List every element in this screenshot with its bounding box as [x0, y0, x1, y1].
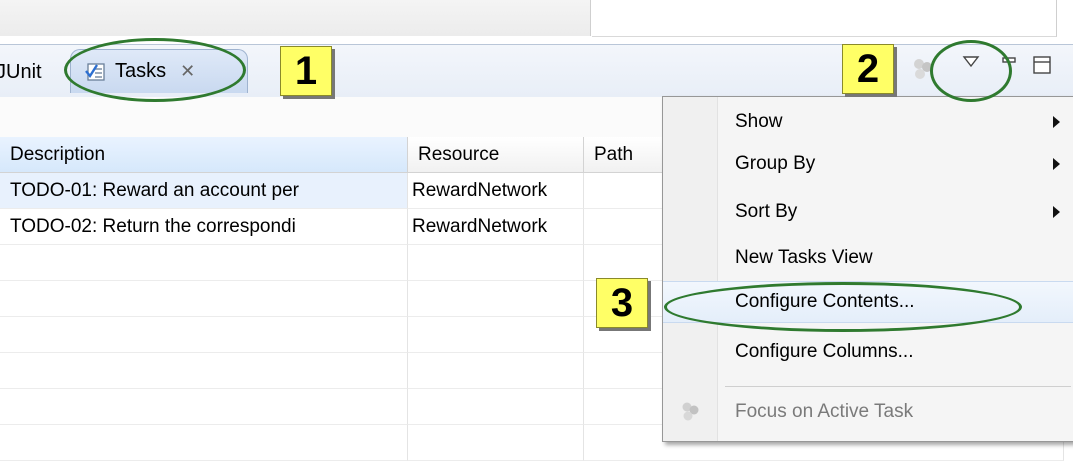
- menu-item-configure-contents[interactable]: Configure Contents...: [663, 281, 1073, 323]
- view-tab-bar: JUnit Tasks ✕: [0, 44, 1073, 98]
- callout-1: 1: [280, 46, 332, 96]
- view-menu-triangle-icon[interactable]: [962, 55, 980, 74]
- column-header-label: Path: [594, 143, 634, 165]
- cell-resource: RewardNetwork: [408, 173, 584, 209]
- menu-item-sort-by[interactable]: Sort By: [663, 191, 1073, 233]
- menu-item-label: Show: [735, 111, 783, 132]
- cell-resource: RewardNetwork: [408, 209, 584, 245]
- column-header-label: Description: [10, 143, 106, 165]
- empty-cell: [0, 245, 408, 281]
- close-icon[interactable]: ✕: [180, 61, 195, 82]
- empty-cell: [0, 317, 408, 353]
- empty-cell: [0, 425, 408, 461]
- tab-junit[interactable]: JUnit: [0, 51, 42, 93]
- submenu-arrow-icon: [1053, 158, 1060, 170]
- menu-item-group-by[interactable]: Group By: [663, 143, 1073, 185]
- empty-cell: [408, 425, 584, 461]
- empty-cell: [408, 245, 584, 281]
- column-header-label: Resource: [418, 143, 500, 165]
- tab-tasks-label: Tasks: [115, 60, 167, 82]
- cell-description: TODO-01: Reward an account per: [0, 173, 408, 209]
- menu-separator: [725, 386, 1071, 387]
- menu-item-configure-columns[interactable]: Configure Columns...: [663, 331, 1073, 373]
- menu-item-label: Sort By: [735, 201, 798, 222]
- column-header-resource[interactable]: Resource: [408, 137, 584, 173]
- empty-cell: [408, 317, 584, 353]
- minimize-icon[interactable]: [1000, 55, 1020, 80]
- empty-cell: [408, 353, 584, 389]
- submenu-arrow-icon: [1053, 116, 1060, 128]
- tab-junit-label: JUnit: [0, 60, 42, 83]
- top-left-field: [0, 0, 591, 36]
- empty-cell: [408, 281, 584, 317]
- empty-cell: [0, 281, 408, 317]
- top-editor-strip: [0, 0, 1073, 42]
- menu-item-new-tasks-view[interactable]: New Tasks View: [663, 237, 1073, 279]
- callout-3: 3: [596, 278, 648, 328]
- menu-item-label: Focus on Active Task: [735, 401, 914, 422]
- column-header-description[interactable]: Description: [0, 137, 408, 173]
- empty-cell: [0, 353, 408, 389]
- menu-item-show[interactable]: Show: [663, 101, 1073, 143]
- cell-description: TODO-02: Return the correspondi: [0, 209, 408, 245]
- tab-tasks[interactable]: Tasks ✕: [70, 49, 248, 93]
- menu-item-label: Configure Columns...: [735, 341, 914, 362]
- callout-2: 2: [842, 44, 894, 94]
- top-right-field: [592, 0, 1057, 37]
- menu-item-label: Configure Contents...: [735, 291, 915, 312]
- view-menu: Show Group By Sort By New Tasks View Con…: [662, 96, 1073, 442]
- focus-balls-icon: [681, 401, 701, 429]
- tasks-checklist-icon: [85, 62, 107, 82]
- empty-cell: [0, 389, 408, 425]
- submenu-arrow-icon: [1053, 206, 1060, 218]
- maximize-icon[interactable]: [1032, 55, 1054, 82]
- menu-item-label: New Tasks View: [735, 247, 873, 268]
- menu-item-focus-on-active-task: Focus on Active Task: [663, 391, 1073, 433]
- focus-balls-icon: [912, 57, 934, 86]
- menu-item-label: Group By: [735, 153, 816, 174]
- empty-cell: [408, 389, 584, 425]
